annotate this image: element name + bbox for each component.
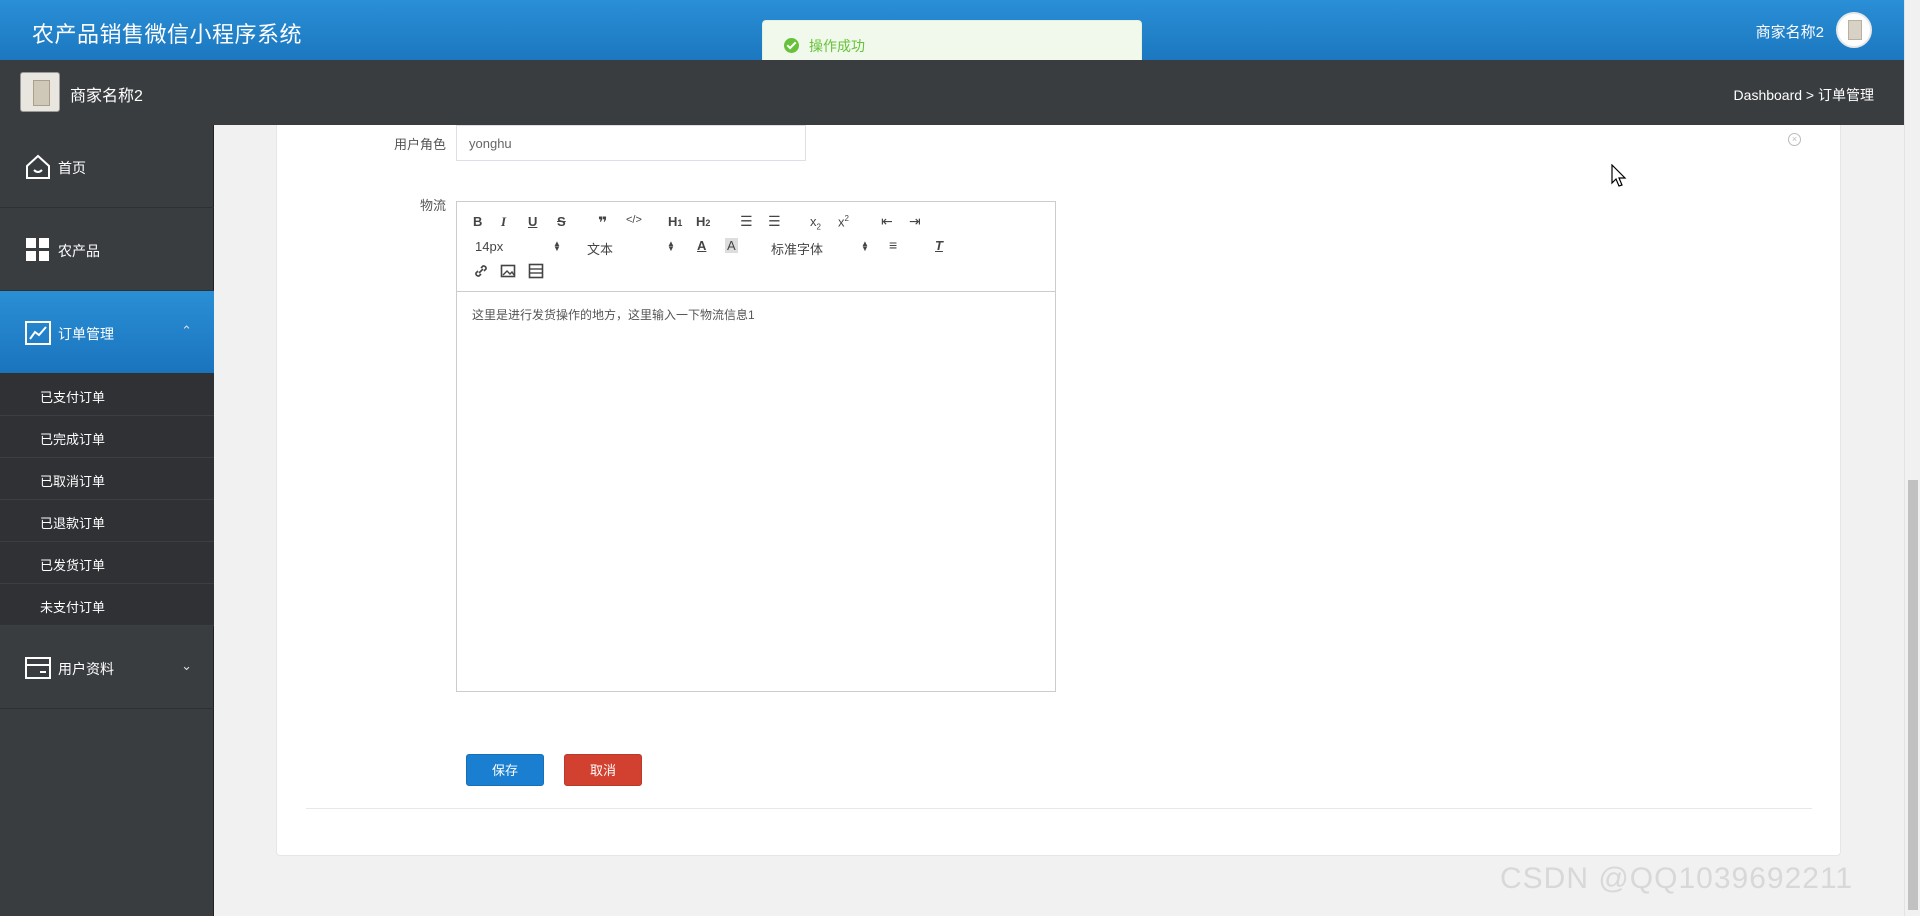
close-icon[interactable]: × bbox=[1788, 133, 1801, 146]
background-color-icon[interactable]: A bbox=[725, 238, 738, 253]
subscript-icon[interactable]: x2 bbox=[810, 214, 821, 232]
submenu-item-cancelled[interactable]: 已取消订单 bbox=[0, 458, 214, 500]
sidebar: 首页 农产品 订单管理 ⌃ 已支付订单 已完成订单 已取消订单 已退款订单 已发… bbox=[0, 125, 214, 916]
link-icon[interactable] bbox=[473, 263, 489, 279]
align-icon[interactable]: ≡ bbox=[889, 237, 897, 253]
editor-toolbar: B I U S ❞ </> H1 H2 ☰ ☰ x2 x2 ⇤ ⇥ 14px ▲… bbox=[457, 202, 1055, 292]
font-size-select[interactable]: 14px ▲ ▼ bbox=[475, 239, 565, 254]
toast-message: 操作成功 bbox=[809, 38, 865, 54]
shop-name: 商家名称2 bbox=[70, 88, 143, 105]
select-arrows-icon: ▲ ▼ bbox=[861, 239, 869, 253]
home-icon bbox=[26, 154, 50, 179]
sidebar-item-products[interactable]: 农产品 bbox=[0, 208, 214, 291]
superscript-icon[interactable]: x2 bbox=[838, 214, 849, 229]
select-arrows-icon: ▲ ▼ bbox=[667, 239, 675, 253]
clear-format-icon[interactable]: T bbox=[935, 238, 943, 253]
sidebar-item-home[interactable]: 首页 bbox=[0, 125, 214, 208]
bullet-list-icon[interactable]: ☰ bbox=[768, 213, 781, 230]
submenu-label: 已支付订单 bbox=[40, 390, 106, 405]
sidebar-item-label: 订单管理 bbox=[58, 326, 114, 342]
heading2-icon[interactable]: H2 bbox=[696, 214, 710, 229]
bold-icon[interactable]: B bbox=[473, 214, 482, 229]
page-scrollbar[interactable] bbox=[1904, 0, 1920, 916]
chevron-down-icon: ⌄ bbox=[181, 658, 192, 673]
save-button[interactable]: 保存 bbox=[466, 754, 544, 786]
role-input[interactable]: yonghu bbox=[456, 125, 806, 161]
text-style-select[interactable]: 文本 ▲ ▼ bbox=[587, 239, 677, 258]
italic-icon[interactable]: I bbox=[501, 214, 506, 230]
sidebar-item-orders[interactable]: 订单管理 ⌃ bbox=[0, 291, 214, 374]
outdent-icon[interactable]: ⇤ bbox=[881, 213, 893, 230]
sidebar-item-label: 用户资料 bbox=[58, 661, 114, 677]
underline-icon[interactable]: U bbox=[528, 214, 537, 229]
code-icon[interactable]: </> bbox=[626, 214, 642, 226]
editor-content[interactable]: 这里是进行发货操作的地方，这里输入一下物流信息1 bbox=[472, 306, 755, 323]
heading1-icon[interactable]: H1 bbox=[668, 214, 682, 229]
role-label: 用户角色 bbox=[393, 137, 446, 152]
sidebar-item-user-profile[interactable]: 用户资料 ⌄ bbox=[0, 626, 214, 709]
sub-header: 商家名称2 Dashboard > 订单管理 bbox=[0, 60, 1904, 125]
header-user-name[interactable]: 商家名称2 bbox=[1756, 21, 1824, 42]
ordered-list-icon[interactable]: ☰ bbox=[740, 213, 753, 230]
scrollbar-thumb[interactable] bbox=[1908, 480, 1918, 910]
submenu-item-shipped[interactable]: 已发货订单 bbox=[0, 542, 214, 584]
indent-icon[interactable]: ⇥ bbox=[909, 213, 921, 230]
chart-icon bbox=[25, 321, 51, 345]
submenu-item-refunded[interactable]: 已退款订单 bbox=[0, 500, 214, 542]
mouse-cursor-icon bbox=[1611, 164, 1627, 187]
font-size-value: 14px bbox=[475, 239, 504, 254]
shop-avatar bbox=[20, 72, 60, 112]
submenu-item-unpaid[interactable]: 未支付订单 bbox=[0, 584, 214, 626]
select-arrows-icon: ▲ ▼ bbox=[553, 239, 561, 253]
rich-text-editor: B I U S ❞ </> H1 H2 ☰ ☰ x2 x2 ⇤ ⇥ 14px ▲… bbox=[456, 201, 1056, 692]
font-color-icon[interactable]: A bbox=[697, 238, 706, 253]
logistics-label: 物流 bbox=[419, 198, 446, 213]
sidebar-item-label: 农产品 bbox=[58, 243, 100, 259]
cancel-button[interactable]: 取消 bbox=[564, 754, 642, 786]
image-icon[interactable] bbox=[500, 263, 516, 279]
blockquote-icon[interactable]: ❞ bbox=[598, 213, 607, 233]
submenu-label: 已发货订单 bbox=[40, 558, 106, 573]
divider bbox=[306, 808, 1812, 809]
breadcrumb[interactable]: Dashboard > 订单管理 bbox=[1734, 85, 1874, 105]
submenu-label: 已完成订单 bbox=[40, 432, 106, 447]
strikethrough-icon[interactable]: S bbox=[557, 214, 566, 229]
submenu-label: 已取消订单 bbox=[40, 474, 106, 489]
video-icon[interactable] bbox=[528, 263, 544, 279]
success-check-icon bbox=[784, 38, 799, 53]
submenu-label: 已退款订单 bbox=[40, 516, 106, 531]
watermark: CSDN @QQ1039692211 bbox=[1500, 862, 1854, 895]
submenu-item-paid[interactable]: 已支付订单 bbox=[0, 374, 214, 416]
submenu-label: 未支付订单 bbox=[40, 600, 106, 615]
chevron-up-icon: ⌃ bbox=[181, 323, 192, 338]
card-icon bbox=[25, 657, 51, 679]
sidebar-item-label: 首页 bbox=[58, 160, 86, 176]
header-avatar[interactable] bbox=[1836, 12, 1872, 48]
grid-icon bbox=[26, 238, 49, 261]
app-title: 农产品销售微信小程序系统 bbox=[32, 22, 303, 47]
font-family-value: 标准字体 bbox=[771, 242, 824, 257]
submenu-item-completed[interactable]: 已完成订单 bbox=[0, 416, 214, 458]
text-style-value: 文本 bbox=[587, 242, 614, 257]
font-family-select[interactable]: 标准字体 ▲ ▼ bbox=[771, 239, 871, 258]
